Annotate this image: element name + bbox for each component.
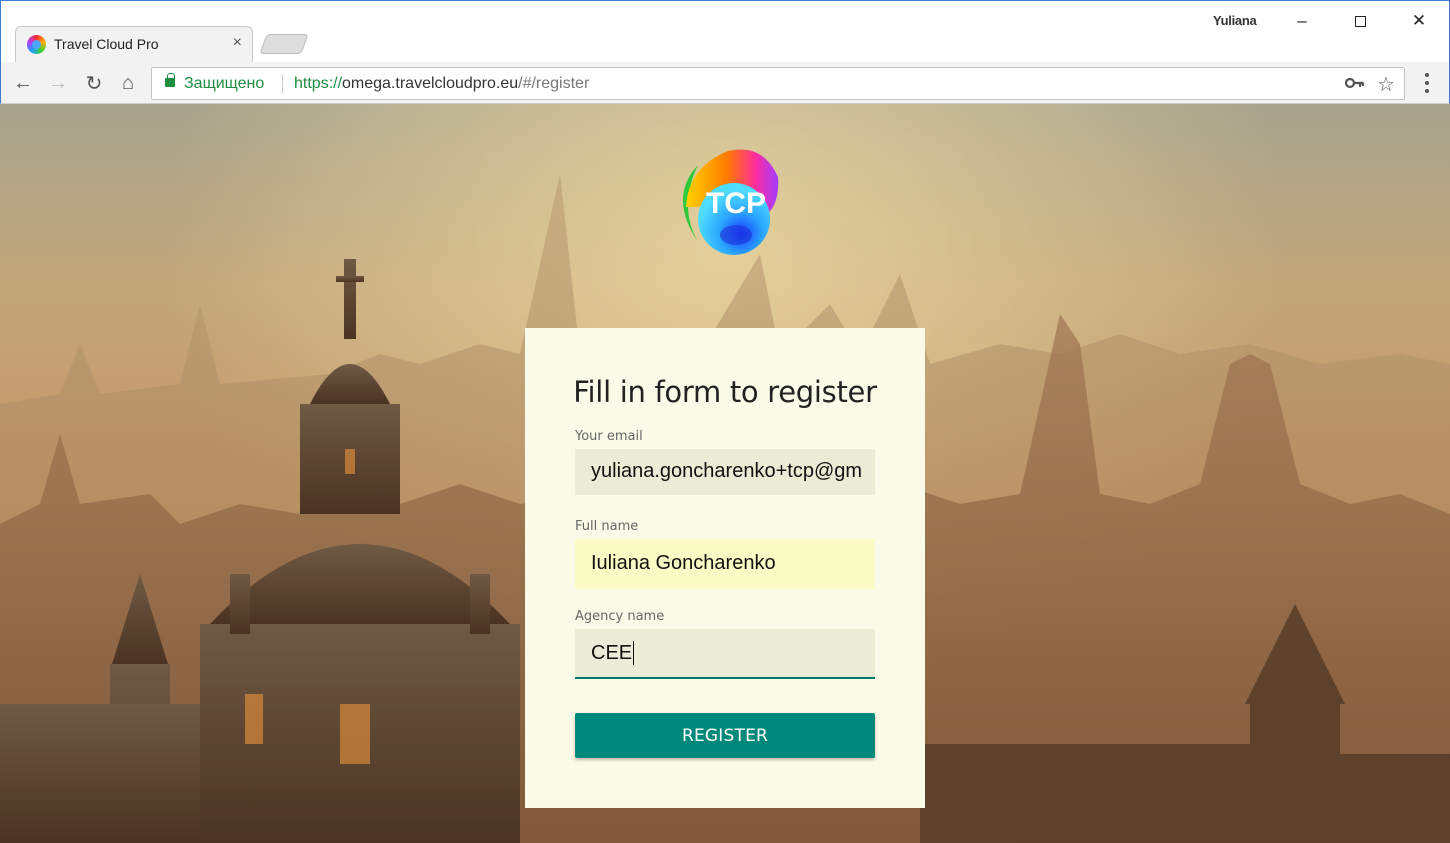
url-scheme: https:// — [294, 75, 343, 92]
browser-toolbar: ← → ↻ ⌂ Защищено https://omega.travelclo… — [0, 62, 1450, 104]
browser-menu-icon[interactable] — [1417, 71, 1437, 95]
forward-arrow-icon[interactable]: → — [45, 70, 71, 96]
form-title: Fill in form to register — [573, 375, 877, 409]
profile-name[interactable]: Yuliana — [1213, 13, 1257, 28]
agency-name-field[interactable]: CEE — [575, 629, 875, 679]
secure-label[interactable]: Защищено — [184, 75, 264, 93]
tcp-favicon-icon — [27, 35, 46, 54]
menu-dot — [1425, 89, 1429, 93]
new-tab-button[interactable] — [259, 34, 309, 54]
tcp-logo: TCP — [683, 149, 779, 255]
register-card: Fill in form to register Your email yuli… — [525, 328, 925, 808]
url-host: omega.travelcloudpro.eu — [342, 75, 519, 92]
maximize-icon — [1354, 15, 1366, 27]
text-caret — [633, 641, 635, 665]
minimize-button[interactable]: – — [1279, 7, 1325, 35]
key-svg — [1344, 77, 1364, 89]
email-label: Your email — [575, 429, 643, 444]
bookmark-star-icon[interactable]: ☆ — [1377, 72, 1395, 97]
back-arrow-icon[interactable]: ← — [10, 70, 36, 96]
url-text[interactable]: https://omega.travelcloudpro.eu/#/regist… — [294, 75, 589, 93]
full-name-label: Full name — [575, 519, 639, 534]
close-window-button[interactable]: ✕ — [1396, 7, 1442, 35]
address-bar[interactable]: Защищено https://omega.travelcloudpro.eu… — [151, 67, 1405, 100]
browser-titlebar: Travel Cloud Pro × Yuliana – ✕ — [0, 0, 1450, 63]
url-divider — [282, 74, 283, 94]
reload-icon[interactable]: ↻ — [81, 70, 107, 96]
lock-icon[interactable] — [165, 73, 175, 87]
url-path: /#/register — [518, 75, 590, 92]
home-icon[interactable]: ⌂ — [115, 70, 141, 96]
full-name-value: Iuliana Goncharenko — [591, 552, 776, 574]
email-value: yuliana.goncharenko+tcp@gm — [591, 460, 863, 482]
register-button[interactable]: REGISTER — [575, 713, 875, 758]
menu-dot — [1425, 81, 1429, 85]
agency-name-value: CEE — [591, 641, 633, 664]
full-name-field[interactable]: Iuliana Goncharenko — [575, 539, 875, 589]
tab-close-icon[interactable]: × — [233, 34, 242, 52]
key-icon[interactable] — [1344, 76, 1365, 95]
browser-tab[interactable]: Travel Cloud Pro × — [15, 26, 253, 63]
logo-text: TCP — [706, 187, 766, 220]
agency-name-label: Agency name — [575, 609, 665, 624]
email-field[interactable]: yuliana.goncharenko+tcp@gm — [575, 449, 875, 495]
page-background: TCP Fill in form to register Your email … — [0, 104, 1450, 843]
menu-dot — [1425, 73, 1429, 77]
maximize-button[interactable] — [1337, 7, 1383, 35]
tab-title: Travel Cloud Pro — [54, 36, 159, 52]
